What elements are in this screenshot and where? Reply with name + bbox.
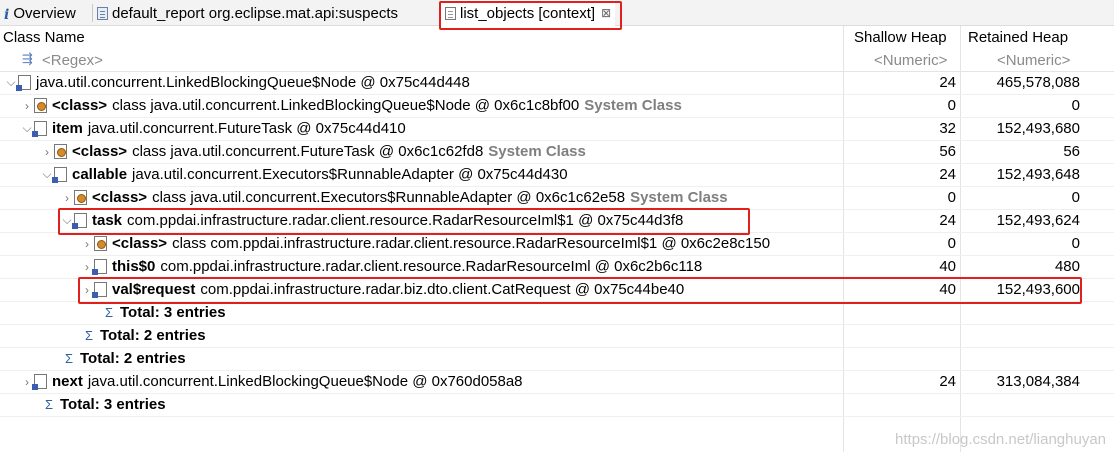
row-shallow-heap: 24 — [939, 373, 956, 390]
column-header-shallow-heap-label: Shallow Heap — [854, 29, 947, 46]
sum-icon: Σ — [84, 328, 94, 343]
row-shallow-heap: 0 — [947, 235, 956, 252]
class-icon — [54, 144, 67, 159]
total-entries-label: Total: 2 entries — [80, 350, 186, 367]
class-icon — [94, 236, 107, 251]
tab-default-report[interactable]: default_report org.eclipse.mat.api:suspe… — [97, 0, 398, 26]
column-header-shallow-heap[interactable]: Shallow Heap — [854, 26, 947, 49]
report-icon — [97, 6, 108, 20]
tree-row[interactable]: ⌵ item java.util.concurrent.FutureTask @ 0… — [0, 118, 1114, 141]
highlight-box-val-request — [78, 277, 1082, 304]
row-shallow-heap: 24 — [939, 212, 956, 229]
row-field-name: callable — [72, 166, 128, 183]
row-object-text: class java.util.concurrent.FutureTask @ … — [132, 143, 484, 160]
row-shallow-heap: 24 — [939, 74, 956, 91]
row-object-text: java.util.concurrent.Executors$RunnableA… — [132, 166, 568, 183]
tree-row[interactable]: › <class> class java.util.concurrent.Linke… — [0, 95, 1114, 118]
tab-default-report-label: default_report org.eclipse.mat.api:suspe… — [112, 4, 398, 22]
row-retained-heap: 480 — [1054, 258, 1080, 275]
info-icon: i — [4, 6, 10, 23]
retained-filter-input[interactable]: <Numeric> — [997, 52, 1070, 69]
tab-overview[interactable]: i Overview — [4, 0, 76, 26]
row-field-name: next — [52, 373, 83, 390]
row-object-text: java.util.concurrent.LinkedBlockingQueue… — [87, 373, 523, 390]
expand-arrow-icon[interactable]: › — [40, 145, 54, 159]
filter-icon: ⇶ — [22, 51, 33, 66]
row-retained-heap: 313,084,384 — [996, 373, 1080, 390]
row-retained-heap: 152,493,624 — [996, 212, 1080, 229]
row-field-name: <class> — [92, 189, 148, 206]
total-row: Σ Total: 2 entries — [0, 325, 1114, 348]
row-shallow-heap: 32 — [939, 120, 956, 137]
filter-row: ⇶ <Regex> <Numeric> <Numeric> — [0, 49, 1114, 72]
tree-row[interactable]: › this$0 com.ppdai.infrastructure.radar.cl… — [0, 256, 1114, 279]
total-row: Σ Total: 2 entries — [0, 348, 1114, 371]
row-shallow-heap: 24 — [939, 166, 956, 183]
total-row: Σ Total: 3 entries — [0, 394, 1114, 417]
tree-row[interactable]: ⌵ callable java.util.concurrent.Executors$… — [0, 164, 1114, 187]
row-object-text: class com.ppdai.infrastructure.radar.cli… — [172, 235, 771, 252]
row-field-name: this$0 — [112, 258, 156, 275]
class-icon — [74, 190, 87, 205]
row-object-text: class java.util.concurrent.LinkedBlockin… — [112, 97, 580, 114]
tree-row[interactable]: › <class> class java.util.concurrent.Execu… — [0, 187, 1114, 210]
sum-icon: Σ — [104, 305, 114, 320]
object-icon — [52, 167, 67, 183]
row-retained-heap: 0 — [1071, 189, 1080, 206]
tree-row[interactable]: › next java.util.concurrent.LinkedBlocking… — [0, 371, 1114, 394]
column-header-retained-heap[interactable]: Retained Heap — [968, 26, 1068, 49]
regex-filter-input[interactable]: <Regex> — [42, 52, 103, 69]
row-shallow-heap: 56 — [939, 143, 956, 160]
row-object-text: class java.util.concurrent.Executors$Run… — [152, 189, 626, 206]
highlight-box-task — [58, 208, 750, 235]
column-header-class-name-label: Class Name — [3, 29, 85, 46]
tree-row[interactable]: › <class> class com.ppdai.infrastructure.r… — [0, 233, 1114, 256]
system-class-label: System Class — [630, 189, 728, 206]
total-row: Σ Total: 3 entries — [0, 302, 1114, 325]
object-icon — [92, 259, 107, 275]
tree-row[interactable]: › <class> class java.util.concurrent.Futur… — [0, 141, 1114, 164]
system-class-label: System Class — [488, 143, 586, 160]
total-entries-label: Total: 3 entries — [60, 396, 166, 413]
column-header-class-name[interactable]: Class Name — [3, 26, 85, 49]
object-icon — [16, 75, 31, 91]
row-field-name: item — [52, 120, 83, 137]
row-retained-heap: 0 — [1071, 235, 1080, 252]
row-shallow-heap: 40 — [939, 258, 956, 275]
watermark: https://blog.csdn.net/lianghuyan — [895, 431, 1106, 448]
tab-divider — [92, 4, 93, 22]
tab-overview-label: Overview — [13, 4, 76, 22]
sum-icon: Σ — [64, 351, 74, 366]
system-class-label: System Class — [584, 97, 682, 114]
tree-row[interactable]: ⌵ java.util.concurrent.LinkedBlockingQueu… — [0, 72, 1114, 95]
expand-arrow-icon[interactable]: › — [80, 237, 94, 251]
row-retained-heap: 465,578,088 — [996, 74, 1080, 91]
row-object-text: com.ppdai.infrastructure.radar.client.re… — [160, 258, 703, 275]
row-object-text: java.util.concurrent.FutureTask @ 0x75c4… — [87, 120, 406, 137]
column-header-retained-heap-label: Retained Heap — [968, 29, 1069, 46]
row-shallow-heap: 0 — [947, 97, 956, 114]
sum-icon: Σ — [44, 397, 54, 412]
row-field-name: <class> — [112, 235, 168, 252]
row-retained-heap: 152,493,680 — [996, 120, 1080, 137]
row-retained-heap: 56 — [1063, 143, 1080, 160]
row-retained-heap: 0 — [1071, 97, 1080, 114]
row-retained-heap: 152,493,648 — [996, 166, 1080, 183]
row-shallow-heap: 0 — [947, 189, 956, 206]
shallow-filter-input[interactable]: <Numeric> — [874, 52, 947, 69]
class-icon — [34, 98, 47, 113]
object-icon — [32, 374, 47, 390]
highlight-box-tab — [439, 1, 622, 30]
row-object-text: java.util.concurrent.LinkedBlockingQueue… — [36, 74, 470, 91]
object-icon — [32, 121, 47, 137]
expand-arrow-icon[interactable]: › — [60, 191, 74, 205]
expand-arrow-icon[interactable]: › — [20, 99, 34, 113]
total-entries-label: Total: 3 entries — [120, 304, 226, 321]
row-field-name: <class> — [52, 97, 108, 114]
row-field-name: <class> — [72, 143, 128, 160]
total-entries-label: Total: 2 entries — [100, 327, 206, 344]
